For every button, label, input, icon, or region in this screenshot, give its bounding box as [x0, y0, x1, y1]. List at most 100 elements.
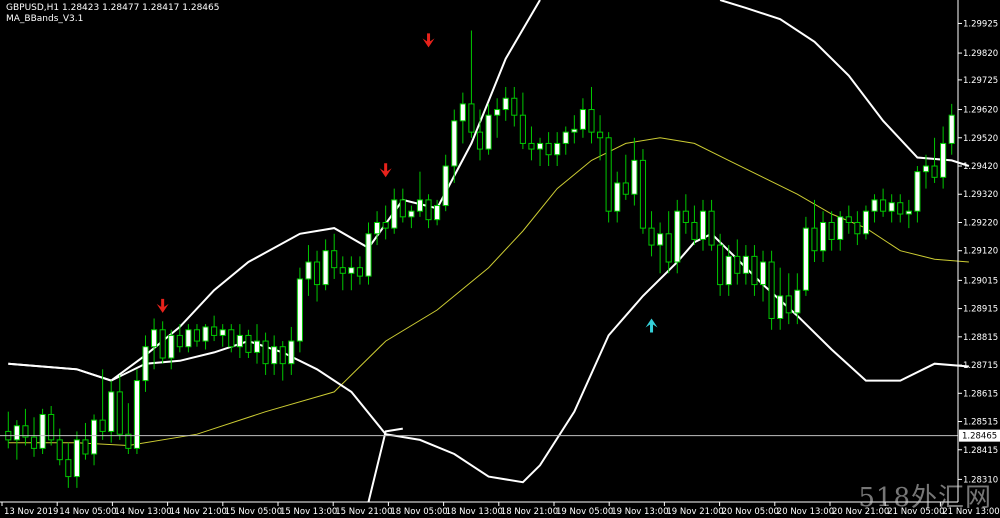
candle-body — [631, 159, 638, 195]
candle-body — [931, 165, 938, 178]
candle-body — [262, 340, 269, 365]
candle-body — [382, 221, 389, 229]
candle-body — [759, 261, 767, 286]
candle-body — [511, 97, 518, 116]
candle-body — [665, 233, 672, 263]
candle-body — [794, 289, 801, 314]
candle-body — [648, 227, 655, 246]
time-tick-label: 20 Nov 05:00 — [722, 507, 779, 517]
candle-body — [485, 114, 492, 150]
candle-body — [73, 439, 80, 478]
watermark-logo: 518外汇网 — [858, 483, 992, 513]
price-tick-label: 1.29120 — [963, 247, 998, 257]
candle-body — [391, 199, 398, 229]
candle-body — [751, 255, 758, 286]
candle-body — [56, 439, 63, 461]
time-tick-label: 15 Nov 05:00 — [225, 507, 282, 517]
candle-body — [468, 103, 475, 133]
candle-body — [545, 142, 552, 156]
time-tick-label: 20 Nov 13:00 — [777, 507, 834, 517]
candle-body — [948, 114, 955, 144]
candle-body — [193, 329, 201, 342]
candle-body — [802, 227, 809, 291]
candle-body — [528, 142, 535, 150]
candle-body — [356, 267, 364, 277]
candle-body — [245, 334, 252, 353]
symbol-quote-line: GBPUSD,H1 1.28423 1.28477 1.28417 1.2846… — [6, 3, 220, 13]
candle-body — [897, 202, 904, 215]
candle-body — [639, 159, 647, 229]
candle-body — [305, 261, 312, 280]
price-tick-label: 1.28615 — [963, 389, 998, 399]
price-chart[interactable]: 1.29925 1.29820 1.29725 1.29620 1.29520 1.294… — [0, 0, 1000, 518]
candle-body — [914, 171, 921, 212]
time-tick-label: 14 Nov 13:00 — [114, 507, 171, 517]
candle-body — [211, 326, 218, 336]
candle-body — [691, 221, 698, 240]
current-price-label: 1.28465 — [962, 432, 997, 442]
candle-body — [554, 142, 561, 156]
candle-body — [742, 255, 749, 274]
price-tick-label: 1.28815 — [963, 333, 998, 343]
candle-body — [133, 380, 141, 449]
price-tick-label: 1.29725 — [963, 76, 998, 86]
candle-body — [279, 346, 286, 365]
time-tick-label: 18 Nov 21:00 — [501, 507, 558, 517]
candle-body — [348, 267, 355, 274]
candle-body — [82, 439, 89, 455]
candle-body — [65, 459, 72, 478]
time-tick-label: 15 Nov 13:00 — [280, 507, 337, 517]
candle-body — [734, 255, 741, 274]
candle-body — [322, 250, 329, 286]
candle-body — [536, 142, 544, 150]
candle-body — [253, 340, 261, 353]
candle-body — [596, 131, 604, 139]
time-tick-label: 13 Nov 2019 — [4, 507, 58, 517]
time-tick-label: 15 Nov 21:00 — [335, 507, 392, 517]
price-tick-label: 1.28915 — [963, 305, 998, 315]
candle-body — [185, 329, 192, 348]
time-tick-label: 14 Nov 21:00 — [170, 507, 227, 517]
candle-body — [922, 165, 930, 173]
candle-body — [845, 216, 852, 223]
candle-body — [682, 210, 689, 223]
price-tick-label: 1.29620 — [963, 106, 998, 116]
candle-body — [494, 109, 501, 116]
candle-body — [614, 182, 621, 212]
candle-body — [828, 221, 835, 240]
candle-body — [819, 221, 827, 252]
candle-body — [571, 128, 578, 133]
candle-body — [854, 221, 861, 235]
candle-body — [674, 210, 681, 263]
candle-body — [862, 210, 870, 235]
price-tick-label: 1.29520 — [963, 134, 998, 144]
price-tick-label: 1.29015 — [963, 276, 998, 286]
candle-body — [519, 114, 526, 144]
candle-body — [777, 295, 784, 319]
price-tick-label: 1.29925 — [963, 19, 998, 29]
time-tick-label: 19 Nov 13:00 — [611, 507, 668, 517]
candle-body — [288, 340, 295, 365]
candle-body — [476, 131, 484, 150]
candle-body — [159, 329, 166, 359]
time-tick-label: 14 Nov 05:00 — [59, 507, 116, 517]
candle-body — [374, 221, 381, 235]
candle-body — [588, 109, 595, 133]
candle-body — [837, 216, 844, 240]
candle-body — [219, 329, 226, 336]
price-tick-label: 1.28715 — [963, 361, 998, 371]
candle-body — [657, 233, 664, 246]
candle-body — [39, 413, 46, 449]
indicator-name: MA_BBands_V3.1 — [6, 14, 84, 24]
candle-body — [579, 109, 586, 130]
candle-body — [717, 244, 724, 286]
candle-body — [622, 182, 629, 195]
candle-body — [699, 210, 707, 240]
candle-body — [313, 261, 321, 286]
candle-body — [768, 261, 775, 319]
candle-body — [116, 391, 123, 435]
candle-body — [811, 227, 818, 252]
time-tick-label: 19 Nov 05:00 — [556, 507, 613, 517]
candle-body — [271, 346, 278, 365]
candle-body — [562, 131, 569, 144]
